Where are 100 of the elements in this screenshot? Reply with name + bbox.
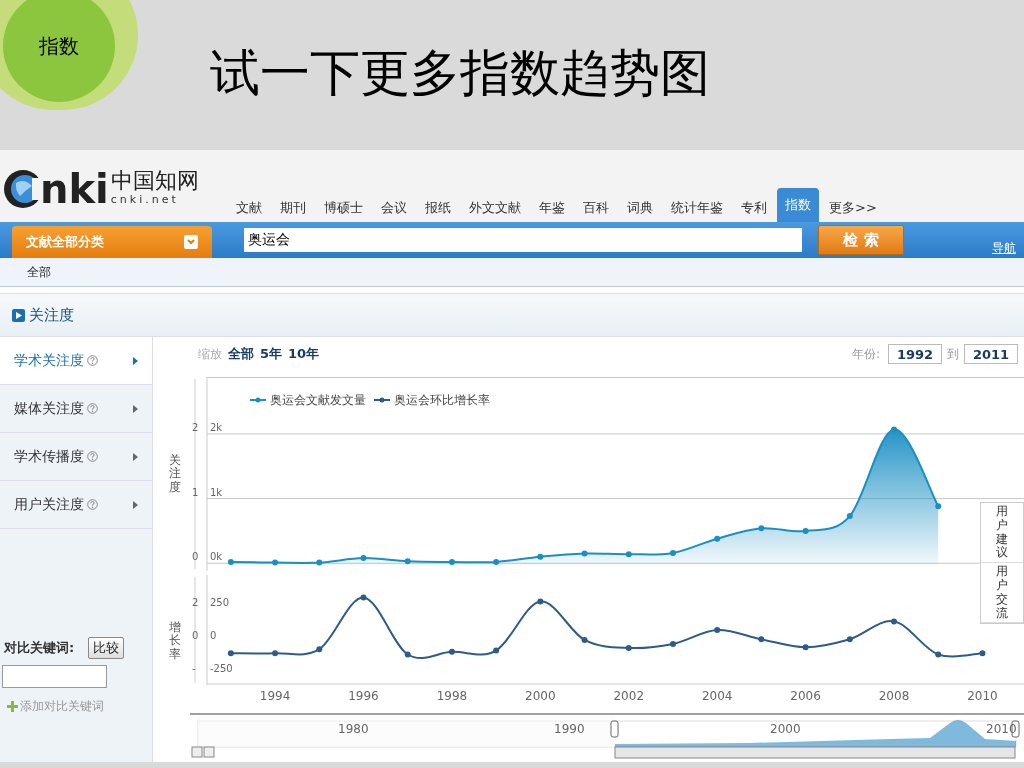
data-point (581, 550, 588, 557)
side-widget-button[interactable]: 用户交流 (981, 563, 1023, 624)
scope-label[interactable]: 全部 (27, 263, 51, 281)
nav-tab[interactable]: 更多>> (821, 194, 885, 222)
section-title: 关注度 (29, 304, 74, 326)
y-tick-label: 2k (210, 421, 223, 433)
data-point (272, 559, 279, 566)
data-point (846, 636, 853, 643)
logo-letters: nki (40, 169, 109, 209)
data-point (625, 551, 632, 558)
axis-title: 增长率 (169, 621, 181, 661)
y-tick-label: -250 (210, 663, 233, 675)
y-tick-label: 250 (210, 596, 230, 608)
help-icon (87, 499, 98, 510)
navigator-year-label: 2000 (770, 722, 801, 736)
data-point (714, 535, 721, 542)
data-point (448, 558, 455, 565)
zoom-label: 缩放 (198, 346, 222, 363)
nav-tab[interactable]: 专利 (733, 194, 775, 222)
compare-keyword-field[interactable] (2, 665, 107, 688)
y-tick-label: 1k (210, 486, 223, 498)
data-point (891, 426, 897, 433)
compare-button[interactable]: 比较 (88, 637, 124, 659)
play-square-icon (12, 308, 25, 322)
caret-right-icon (133, 500, 138, 509)
axis-mark: 2 (192, 421, 199, 433)
legend-label: 奥运会环比增长率 (394, 392, 490, 409)
year-label: 年份: (851, 346, 880, 363)
data-point (625, 644, 632, 651)
data-point (537, 553, 544, 560)
data-point (493, 558, 500, 565)
nav-tab[interactable]: 文献 (228, 194, 270, 222)
nav-tab[interactable]: 外文文献 (461, 194, 529, 222)
data-point (935, 651, 942, 658)
zoom-option[interactable]: 全部 (228, 344, 254, 364)
slide-title: 试一下更多指数趋势图 (210, 43, 710, 104)
logo-domain: cnki.net (110, 191, 180, 208)
data-point (448, 648, 455, 655)
data-point (979, 650, 986, 657)
zoom-option[interactable]: 10年 (288, 344, 320, 364)
data-point (802, 644, 809, 651)
x-tick-label: 2008 (878, 689, 910, 703)
compare-label: 对比关键词: (4, 639, 75, 658)
year-from-field[interactable]: 1992 (888, 344, 942, 364)
plus-icon (7, 700, 18, 712)
to-label: 到 (947, 346, 959, 363)
data-point (714, 627, 721, 633)
data-point (316, 646, 323, 653)
data-point (404, 558, 411, 565)
caret-right-icon (133, 452, 138, 461)
x-tick-label: 2010 (967, 689, 998, 703)
axis-mark: 1 (192, 486, 199, 498)
x-tick-label: 2000 (525, 689, 556, 703)
legend-label: 奥运会文献发文量 (270, 392, 366, 409)
caret-right-icon (133, 356, 138, 365)
side-widget-button[interactable]: 用户建议 (981, 503, 1023, 564)
nav-tab[interactable]: 百科 (575, 194, 617, 222)
chevron-down-icon (184, 235, 198, 249)
search-field[interactable]: 奥运会 (244, 228, 802, 252)
data-point (891, 618, 897, 625)
data-point (669, 640, 676, 647)
help-icon (87, 451, 98, 462)
data-point (802, 527, 809, 534)
axis-mark: - (192, 663, 196, 675)
data-point (316, 559, 323, 566)
nav-tab[interactable]: 统计年鉴 (663, 194, 731, 222)
axis-mark: 2 (192, 596, 199, 608)
data-point (227, 558, 234, 565)
data-point (846, 513, 853, 520)
badge-label: 指数 (39, 33, 79, 60)
sidebar-item[interactable]: 学术关注度 (0, 337, 152, 385)
y-tick-label: 0 (210, 629, 217, 641)
navigator-year-label: 1990 (554, 722, 585, 736)
data-point (581, 636, 588, 643)
x-tick-label: 2004 (701, 689, 733, 703)
logo-chinese: 中国知网 (110, 169, 199, 192)
nav-tab[interactable]: 指数 (777, 188, 819, 222)
axis-mark: 0 (192, 629, 199, 641)
navigation-link[interactable]: 导航 (992, 239, 1016, 257)
caret-right-icon (133, 404, 138, 413)
data-point (404, 651, 411, 658)
nav-tab[interactable]: 年鉴 (531, 194, 573, 222)
data-point (360, 555, 367, 562)
year-to-field[interactable]: 2011 (964, 344, 1018, 364)
nav-tab[interactable]: 博硕士 (316, 194, 371, 222)
data-point (758, 636, 765, 643)
nav-tab[interactable]: 词典 (619, 194, 661, 222)
nav-tab[interactable]: 期刊 (272, 194, 314, 222)
data-point (669, 549, 676, 556)
data-point (758, 525, 765, 532)
zoom-option[interactable]: 5年 (260, 344, 283, 364)
nav-tab[interactable]: 报纸 (417, 194, 459, 222)
x-tick-label: 1998 (436, 689, 468, 703)
x-tick-label: 2002 (613, 689, 645, 703)
data-point (272, 650, 279, 657)
axis-title: 关注度 (169, 454, 181, 494)
y-tick-label: 0k (210, 551, 223, 563)
x-tick-label: 1994 (259, 689, 291, 703)
nav-tab[interactable]: 会议 (373, 194, 415, 222)
axis-mark: 0 (192, 551, 199, 563)
